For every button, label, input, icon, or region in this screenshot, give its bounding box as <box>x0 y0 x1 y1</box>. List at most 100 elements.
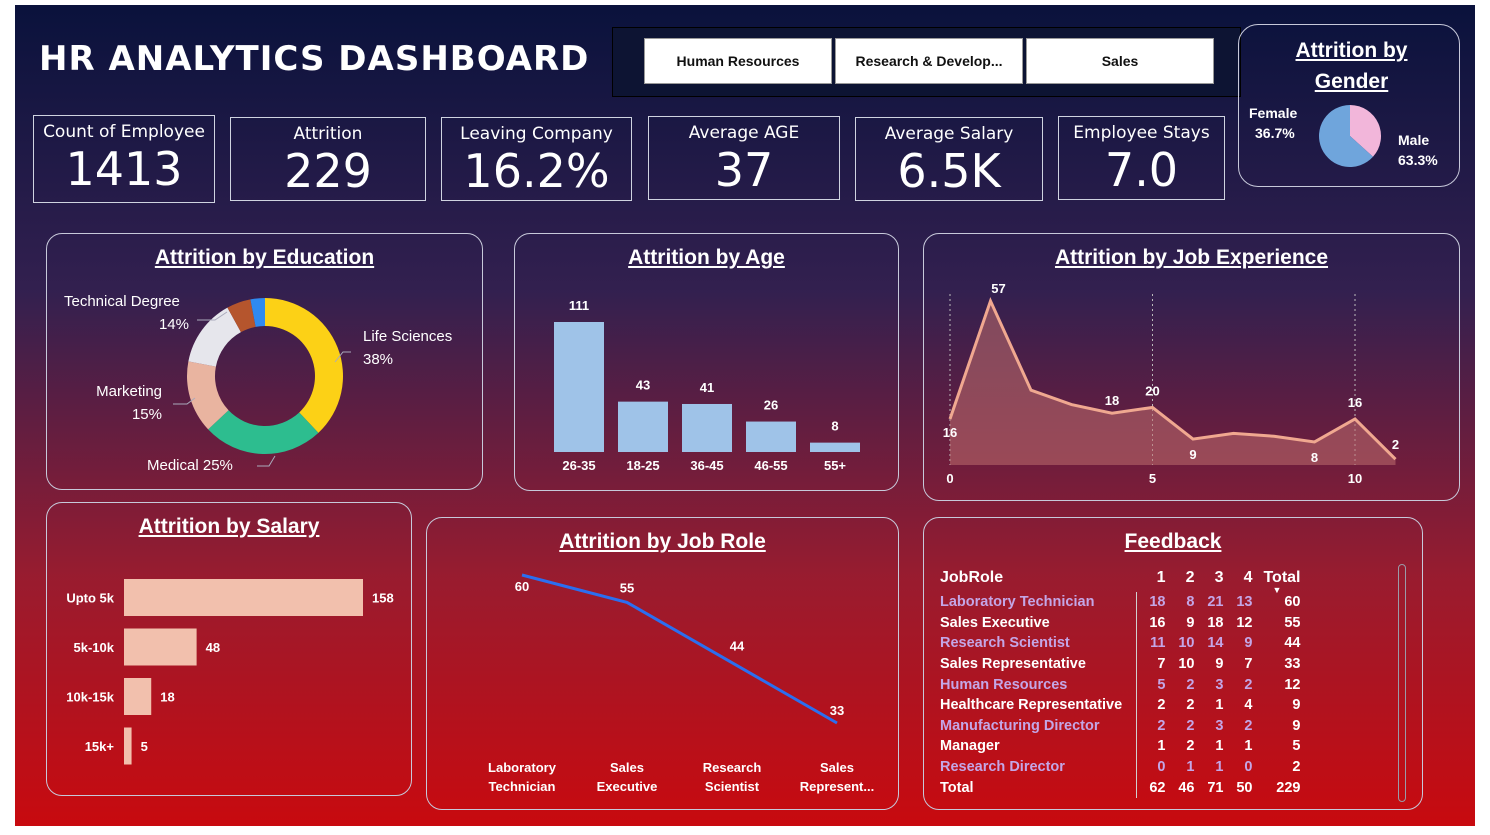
kpi-label: Attrition <box>293 124 363 144</box>
total-cell: 9 <box>1292 717 1301 734</box>
data-label: 16 <box>1348 395 1362 410</box>
jobrole-cell: Manager <box>940 738 1000 755</box>
header-1[interactable]: 1 <box>1136 564 1166 592</box>
total-cell: 33 <box>1284 656 1301 673</box>
tick-label: 36-45 <box>690 458 723 473</box>
kpi-value: 229 <box>284 144 372 198</box>
tick-label: 26-35 <box>562 458 595 473</box>
header-4[interactable]: 4 <box>1224 564 1253 592</box>
gender-card: Attrition by Gender Female 36.7% Male 63… <box>1238 24 1460 187</box>
tick-label: Sales <box>820 760 854 775</box>
header-total-label: Total <box>1263 569 1301 586</box>
data-label: 48 <box>206 640 220 655</box>
header-2[interactable]: 2 <box>1166 564 1195 592</box>
feedback-cell: 4 <box>1244 697 1253 714</box>
age-card: Attrition by Age 111 26-35 43 18-25 41 36-45 2… <box>514 233 899 491</box>
feedback-cell: 18 <box>1207 614 1224 631</box>
slicer-option-sales[interactable]: Sales <box>1026 38 1214 84</box>
data-label: 18 <box>160 690 174 705</box>
feedback-cell: 1 <box>1215 697 1224 714</box>
tick-label: 10k-15k <box>66 690 114 705</box>
experience-card: Attrition by Job Experience 0 5 10 16 57 18 20… <box>923 233 1460 501</box>
feedback-cell: 5 <box>1135 674 1166 695</box>
feedback-cell: 2 <box>1135 715 1166 737</box>
data-label: 8 <box>831 419 838 434</box>
data-label: 20 <box>1145 383 1159 398</box>
feedback-cell: 9 <box>1186 614 1195 631</box>
jobrole-cell: Healthcare Representative <box>940 697 1123 714</box>
tick-label: Represent... <box>800 779 874 794</box>
feedback-card: Feedback JobRole 1 2 3 4 Total ▼ Laborat… <box>923 517 1423 810</box>
feedback-cell: 2 <box>1186 738 1195 755</box>
dashboard-canvas: HR ANALYTICS DASHBOARD Human Resources R… <box>15 5 1475 826</box>
slicer-option-research-development[interactable]: Research & Develop... <box>835 38 1023 84</box>
series-line <box>521 573 838 725</box>
data-label: 33 <box>830 703 844 718</box>
department-slicer: Human Resources Research & Develop... Sa… <box>612 27 1241 97</box>
jobrole-cell: Sales Executive <box>940 614 1050 631</box>
total-cell: 44 <box>1284 635 1301 652</box>
bar <box>124 727 132 765</box>
salary-card: Attrition by Salary Upto 5k 158 5k-10k 48 10… <box>46 502 412 796</box>
jobrole-cell: Research Scientist <box>940 635 1070 652</box>
feedback-cell: 62 <box>1135 777 1166 798</box>
bar <box>682 403 732 452</box>
total-cell: 12 <box>1284 676 1301 693</box>
total-cell: 5 <box>1292 738 1301 755</box>
data-label: 26 <box>764 398 778 413</box>
jobrole-card: Attrition by Job Role 60 Laboratory Techni… <box>426 517 899 810</box>
tick-label: 46-55 <box>754 458 787 473</box>
kpi-label: Average Salary <box>884 124 1014 144</box>
kpi-average-age: Average AGE 37 <box>648 116 840 200</box>
feedback-cell: 71 <box>1207 779 1224 796</box>
data-label: 111 <box>569 298 589 313</box>
kpi-value: 37 <box>714 143 774 197</box>
table-row: Laboratory Technician 18 8 21 13 60 <box>940 592 1305 613</box>
data-label: 2 <box>1392 437 1399 452</box>
jobrole-cell: Manufacturing Director <box>940 717 1100 734</box>
feedback-scrollbar[interactable] <box>1398 564 1406 802</box>
total-cell: 60 <box>1284 594 1301 611</box>
feedback-cell: 3 <box>1215 717 1224 734</box>
feedback-cell: 2 <box>1244 717 1253 734</box>
slicer-option-human-resources[interactable]: Human Resources <box>644 38 832 84</box>
tick-label: 5k-10k <box>74 640 115 655</box>
jobrole-line-chart: 60 Laboratory Technician 55 Sales Executive 44… <box>488 573 874 794</box>
header-jobrole[interactable]: JobRole <box>940 564 1136 592</box>
bar <box>124 678 152 715</box>
tick-label: 0 <box>946 471 953 486</box>
feedback-cell: 1 <box>1215 759 1224 776</box>
feedback-cell: 10 <box>1178 635 1195 652</box>
feedback-cell: 7 <box>1135 653 1166 675</box>
feedback-cell: 16 <box>1135 612 1166 634</box>
bar <box>124 579 363 616</box>
feedback-cell: 21 <box>1207 594 1224 611</box>
total-cell: 229 <box>1276 779 1301 796</box>
donut-slice <box>208 410 319 454</box>
table-row: Manager 1 2 1 1 5 <box>940 736 1305 757</box>
header-total[interactable]: Total ▼ <box>1253 564 1305 595</box>
label-life-sciences-pct: 38% <box>363 351 393 368</box>
tick-label: Laboratory <box>488 760 557 775</box>
feedback-cell: 46 <box>1178 779 1195 796</box>
kpi-value: 6.5K <box>897 144 1001 198</box>
label-medical: Medical 25% <box>147 457 233 474</box>
leader-line <box>257 455 276 467</box>
tick-label: Technician <box>489 779 556 794</box>
kpi-label: Employee Stays <box>1073 123 1210 143</box>
table-row: Human Resources 5 2 3 2 12 <box>940 674 1305 695</box>
kpi-label: Count of Employee <box>43 122 205 142</box>
data-label: 57 <box>991 281 1005 296</box>
kpi-value: 1413 <box>65 142 183 196</box>
kpi-employee-stays: Employee Stays 7.0 <box>1058 116 1225 200</box>
page-title: HR ANALYTICS DASHBOARD <box>39 39 590 79</box>
bar <box>746 421 796 452</box>
tick-label: 5 <box>1149 471 1156 486</box>
area-fill <box>950 301 1396 465</box>
jobrole-cell: Research Director <box>940 759 1065 776</box>
kpi-average-salary: Average Salary 6.5K <box>855 117 1043 201</box>
data-label: 158 <box>372 591 394 606</box>
feedback-cell: 10 <box>1178 656 1195 673</box>
header-3[interactable]: 3 <box>1195 564 1224 592</box>
feedback-cell: 1 <box>1186 759 1195 776</box>
